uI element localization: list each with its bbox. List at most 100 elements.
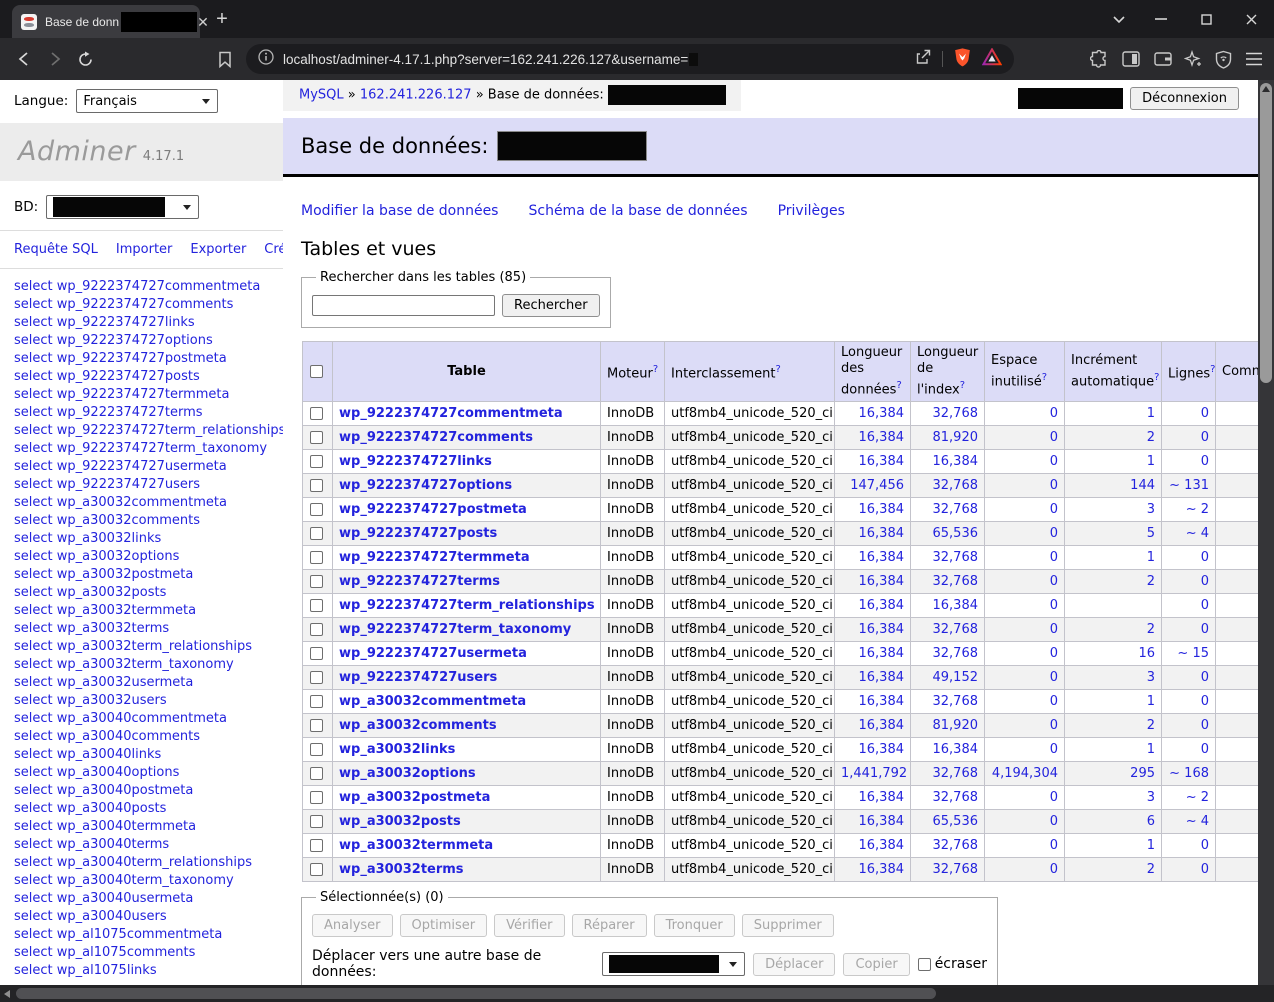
data-free-cell-link[interactable]: 0 (1050, 862, 1058, 877)
data-free-cell-link[interactable]: 0 (1050, 790, 1058, 805)
data-free-cell-link[interactable]: 0 (1050, 526, 1058, 541)
data-length-cell-link[interactable]: 16,384 (859, 430, 905, 445)
data-length-cell-link[interactable]: 16,384 (859, 790, 905, 805)
overwrite-checkbox[interactable] (918, 958, 931, 971)
auto-increment-cell-link[interactable]: 5 (1147, 526, 1155, 541)
data-free-cell-link[interactable]: 0 (1050, 478, 1058, 493)
rows-count-cell-link[interactable]: 0 (1201, 694, 1209, 709)
table-name-link[interactable]: wp_a30032postmeta (339, 790, 490, 805)
auto-increment-cell-link[interactable]: 295 (1130, 766, 1155, 781)
sidebar-table-link[interactable]: wp_a30040options (57, 765, 180, 780)
sidebar-table-link[interactable]: wp_9222374727terms (57, 405, 203, 420)
row-checkbox[interactable] (310, 719, 323, 732)
vertical-scrollbar-thumb[interactable] (1260, 83, 1272, 383)
sidebar-select-link[interactable]: select (14, 441, 53, 456)
rows-count-cell-link[interactable]: 0 (1201, 430, 1209, 445)
db-select[interactable] (46, 195, 199, 219)
sidebar-select-link[interactable]: select (14, 747, 53, 762)
sidebar-select-link[interactable]: select (14, 621, 53, 636)
sidebar-panel-icon[interactable] (1120, 48, 1142, 70)
index-length-cell-link[interactable]: 32,768 (933, 862, 979, 877)
index-length-cell-link[interactable]: 16,384 (933, 598, 979, 613)
index-length-cell-link[interactable]: 32,768 (933, 790, 979, 805)
rows-count-cell-link[interactable]: 0 (1201, 574, 1209, 589)
rows-count-cell-link[interactable]: 0 (1201, 838, 1209, 853)
database-schema-link[interactable]: Schéma de la base de données (528, 203, 747, 219)
sidebar-table-link[interactable]: wp_a30032terms (57, 621, 169, 636)
data-length-cell-link[interactable]: 16,384 (859, 406, 905, 421)
data-length-cell-link[interactable]: 16,384 (859, 574, 905, 589)
sidebar-select-link[interactable]: select (14, 567, 53, 582)
close-icon[interactable] (1238, 8, 1264, 30)
create-table-link[interactable]: Créer une table (264, 242, 283, 257)
sidebar-table-link[interactable]: wp_9222374727term_taxonomy (57, 441, 267, 456)
sidebar-select-link[interactable]: select (14, 729, 53, 744)
sidebar-table-link[interactable]: wp_9222374727postmeta (57, 351, 227, 366)
search-button[interactable]: Rechercher (502, 294, 600, 317)
sidebar-select-link[interactable]: select (14, 387, 53, 402)
sidebar-select-link[interactable]: select (14, 891, 53, 906)
row-checkbox[interactable] (310, 623, 323, 636)
sidebar-select-link[interactable]: select (14, 423, 53, 438)
index-length-cell-link[interactable]: 32,768 (933, 694, 979, 709)
rows-count-cell-link[interactable]: ~ 131 (1169, 478, 1209, 493)
data-length-cell-link[interactable]: 16,384 (859, 670, 905, 685)
data-free-cell-link[interactable]: 0 (1050, 814, 1058, 829)
sidebar-table-link[interactable]: wp_a30040term_taxonomy (57, 873, 234, 888)
sidebar-select-link[interactable]: select (14, 459, 53, 474)
help-link[interactable]: ? (896, 380, 901, 391)
index-length-cell-link[interactable]: 32,768 (933, 766, 979, 781)
row-checkbox[interactable] (310, 599, 323, 612)
data-free-cell-link[interactable]: 0 (1050, 454, 1058, 469)
sidebar-table-link[interactable]: wp_a30040commentmeta (57, 711, 227, 726)
data-free-cell-link[interactable]: 0 (1050, 406, 1058, 421)
sidebar-table-link[interactable]: wp_a30032termmeta (57, 603, 196, 618)
data-length-cell-link[interactable]: 16,384 (859, 598, 905, 613)
data-length-cell-link[interactable]: 16,384 (859, 838, 905, 853)
data-free-cell-link[interactable]: 0 (1050, 742, 1058, 757)
sidebar-select-link[interactable]: select (14, 549, 53, 564)
auto-increment-cell-link[interactable]: 3 (1147, 790, 1155, 805)
sidebar-select-link[interactable]: select (14, 279, 53, 294)
auto-increment-cell-link[interactable]: 2 (1147, 430, 1155, 445)
sidebar-select-link[interactable]: select (14, 603, 53, 618)
row-checkbox[interactable] (310, 575, 323, 588)
sidebar-select-link[interactable]: select (14, 675, 53, 690)
vertical-scrollbar[interactable] (1258, 80, 1274, 985)
auto-increment-cell-link[interactable]: 2 (1147, 862, 1155, 877)
sidebar-table-link[interactable]: wp_9222374727comments (57, 297, 234, 312)
menu-icon[interactable] (1243, 48, 1265, 70)
select-all-checkbox[interactable] (310, 365, 323, 378)
logout-button[interactable]: Déconnexion (1130, 87, 1239, 110)
data-length-cell-link[interactable]: 147,456 (850, 478, 904, 493)
table-name-link[interactable]: wp_9222374727posts (339, 526, 497, 541)
export-link[interactable]: Exporter (190, 242, 246, 257)
minimize-icon[interactable] (1148, 8, 1174, 30)
auto-increment-cell-link[interactable]: 6 (1147, 814, 1155, 829)
row-checkbox[interactable] (310, 431, 323, 444)
tab-close-icon[interactable]: ✕ (197, 15, 209, 29)
sidebar-table-link[interactable]: wp_9222374727usermeta (57, 459, 227, 474)
rows-count-cell-link[interactable]: ~ 2 (1186, 502, 1209, 517)
vpn-shield-icon[interactable] (1212, 48, 1234, 70)
sidebar-table-link[interactable]: wp_al1075comments (57, 945, 196, 960)
sidebar-table-link[interactable]: wp_a30040usermeta (57, 891, 194, 906)
reload-icon[interactable] (74, 48, 96, 70)
row-checkbox[interactable] (310, 839, 323, 852)
sidebar-table-link[interactable]: wp_9222374727users (57, 477, 200, 492)
sql-query-link[interactable]: Requête SQL (14, 242, 98, 257)
rows-count-cell-link[interactable]: 0 (1201, 862, 1209, 877)
auto-increment-cell-link[interactable]: 16 (1138, 646, 1155, 661)
index-length-cell-link[interactable]: 32,768 (933, 838, 979, 853)
row-checkbox[interactable] (310, 503, 323, 516)
bookmark-icon[interactable] (214, 48, 236, 70)
data-free-cell-link[interactable]: 0 (1050, 598, 1058, 613)
rows-count-cell-link[interactable]: 0 (1201, 718, 1209, 733)
help-link[interactable]: ? (1042, 372, 1047, 383)
data-length-cell-link[interactable]: 1,441,792 (841, 766, 907, 781)
sidebar-table-link[interactable]: wp_9222374727commentmeta (57, 279, 261, 294)
data-free-cell-link[interactable]: 0 (1050, 718, 1058, 733)
index-length-cell-link[interactable]: 32,768 (933, 550, 979, 565)
data-free-cell-link[interactable]: 0 (1050, 646, 1058, 661)
auto-increment-cell-link[interactable]: 2 (1147, 622, 1155, 637)
